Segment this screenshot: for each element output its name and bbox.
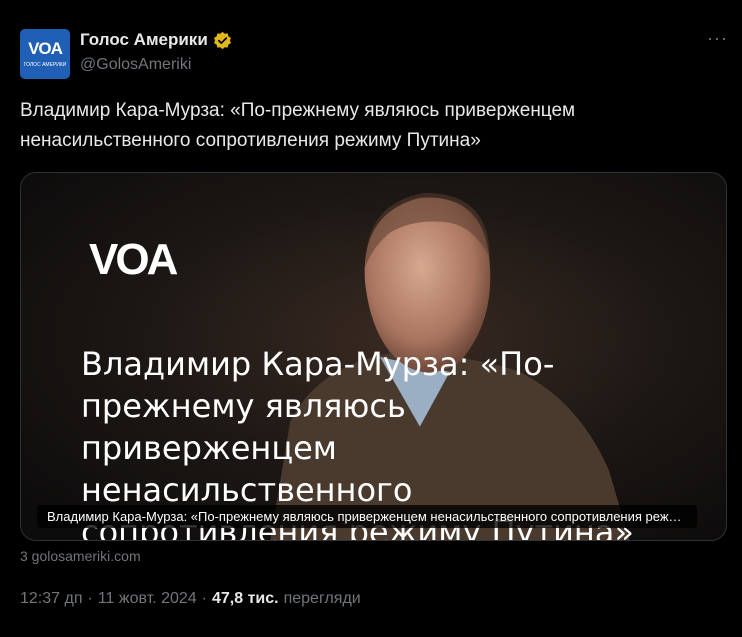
tweet-header: VOA ГОЛОС АМЕРИКИ Голос Америки @GolosAm… xyxy=(20,26,728,80)
account-handle[interactable]: @GolosAmeriki xyxy=(80,56,191,74)
views-label: перегляди xyxy=(283,590,361,607)
meta-separator: · xyxy=(87,590,93,607)
card-caption[interactable]: Владимир Кара-Мурза: «По-прежнему являюс… xyxy=(37,505,697,528)
more-options-icon[interactable]: ··· xyxy=(707,28,728,49)
meta-separator: · xyxy=(201,590,207,607)
account-name[interactable]: Голос Америки xyxy=(80,30,208,50)
views-count: 47,8 тис. xyxy=(211,590,279,607)
tweet-text: Владимир Кара-Мурза: «По-прежнему являюс… xyxy=(20,100,576,151)
link-preview-card[interactable]: VOA Владимир Кара-Мурза: «По-прежнему яв… xyxy=(20,172,727,541)
tweet-time[interactable]: 12:37 дп xyxy=(20,590,82,608)
tweet-date[interactable]: 11 жовт. 2024 xyxy=(98,590,197,608)
voa-logo: VOA xyxy=(89,235,178,284)
avatar-subtitle: ГОЛОС АМЕРИКИ xyxy=(23,62,67,68)
avatar-logo: VOA xyxy=(28,39,63,58)
account-avatar[interactable]: VOA ГОЛОС АМЕРИКИ xyxy=(20,29,70,79)
verified-badge-icon xyxy=(213,31,231,49)
link-domain[interactable]: 3 golosameriki.com xyxy=(20,548,141,564)
tweet-meta: 12:37 дп · 11 жовт. 2024 · 47,8 тис. пер… xyxy=(20,590,361,608)
name-row: Голос Америки xyxy=(80,30,232,50)
